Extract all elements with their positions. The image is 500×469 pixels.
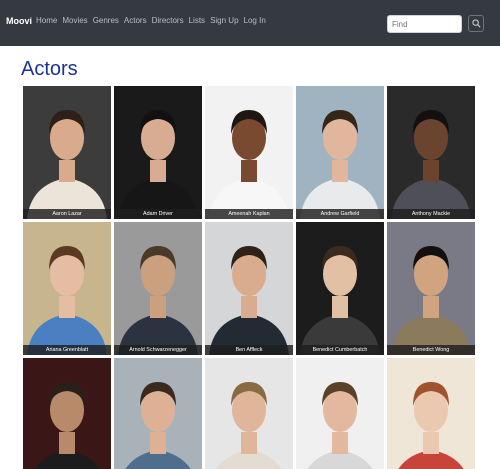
actor-name[interactable]: Benedict Cumberbatch: [296, 345, 384, 355]
actor-card[interactable]: Anthony Mackie: [387, 86, 475, 219]
actor-grid: Aaron Lazar Adam Driver Ameenah Kaplan Andr…: [23, 86, 478, 469]
actor-card[interactable]: Andrew Garfield: [296, 86, 384, 219]
actor-name[interactable]: Adam Driver: [114, 209, 202, 219]
actor-card[interactable]: [205, 358, 293, 469]
navbar: Moovi Home Movies Genres Actors Director…: [0, 0, 500, 46]
actor-name[interactable]: Ameenah Kaplan: [205, 209, 293, 219]
actor-card[interactable]: Ben Affleck: [205, 222, 293, 355]
actor-name[interactable]: Andrew Garfield: [296, 209, 384, 219]
actor-photo: [296, 86, 384, 219]
actor-name[interactable]: Arnold Schwarzenegger: [114, 345, 202, 355]
actor-card[interactable]: [23, 358, 111, 469]
actor-photo: [114, 86, 202, 219]
actor-photo: [23, 86, 111, 219]
actor-card[interactable]: Benedict Cumberbatch: [296, 222, 384, 355]
nav-link-actors[interactable]: Actors: [124, 16, 147, 25]
actor-card[interactable]: [387, 358, 475, 469]
actor-card[interactable]: Ameenah Kaplan: [205, 86, 293, 219]
nav-links: Home Movies Genres Actors Directors List…: [36, 16, 271, 25]
nav-link-home[interactable]: Home: [36, 16, 57, 25]
actor-name[interactable]: Ben Affleck: [205, 345, 293, 355]
actor-photo: [114, 358, 202, 469]
actor-photo: [114, 222, 202, 355]
actor-card[interactable]: [114, 358, 202, 469]
actor-photo: [23, 358, 111, 469]
nav-link-lists[interactable]: Lists: [189, 16, 205, 25]
actor-photo: [387, 222, 475, 355]
search-icon: [471, 19, 481, 28]
actor-photo: [296, 358, 384, 469]
actor-photo: [387, 358, 475, 469]
actor-card[interactable]: Arnold Schwarzenegger: [114, 222, 202, 355]
actor-photo: [387, 86, 475, 219]
actor-name[interactable]: Benedict Wong: [387, 345, 475, 355]
page-title: Actors: [21, 58, 78, 80]
actor-name[interactable]: Anthony Mackie: [387, 209, 475, 219]
nav-link-log-in[interactable]: Log In: [244, 16, 266, 25]
actor-card[interactable]: [296, 358, 384, 469]
nav-link-genres[interactable]: Genres: [93, 16, 119, 25]
actor-card[interactable]: Benedict Wong: [387, 222, 475, 355]
actor-card[interactable]: Adam Driver: [114, 86, 202, 219]
brand-logo[interactable]: Moovi: [6, 16, 32, 26]
nav-link-sign-up[interactable]: Sign Up: [210, 16, 238, 25]
search-input[interactable]: [387, 15, 462, 33]
actor-name[interactable]: Ariana Greenblatt: [23, 345, 111, 355]
actor-photo: [296, 222, 384, 355]
actor-photo: [205, 358, 293, 469]
actor-photo: [205, 86, 293, 219]
actor-card[interactable]: Ariana Greenblatt: [23, 222, 111, 355]
actor-photo: [23, 222, 111, 355]
actor-photo: [205, 222, 293, 355]
search-button[interactable]: [468, 15, 484, 32]
nav-link-movies[interactable]: Movies: [62, 16, 87, 25]
nav-link-directors[interactable]: Directors: [152, 16, 184, 25]
actor-card[interactable]: Aaron Lazar: [23, 86, 111, 219]
actor-name[interactable]: Aaron Lazar: [23, 209, 111, 219]
